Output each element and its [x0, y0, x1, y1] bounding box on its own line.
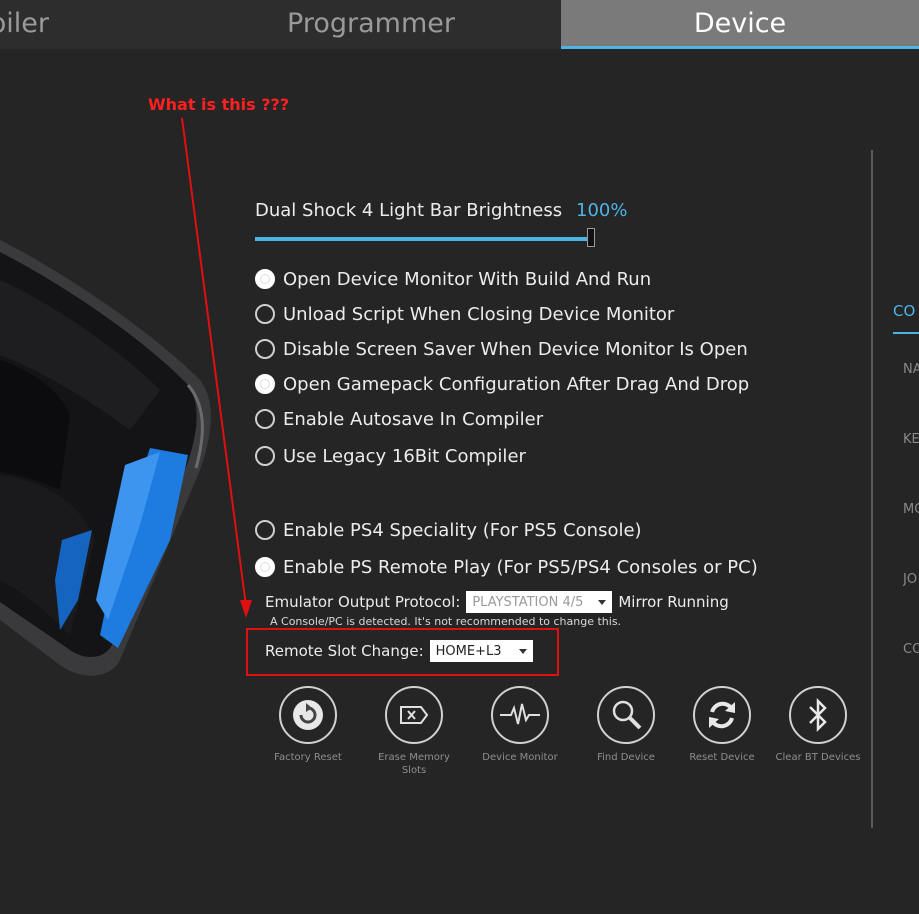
brightness-slider[interactable]: [255, 228, 595, 247]
option-label: Enable PS4 Speciality (For PS5 Console): [283, 519, 642, 541]
option-label: Enable PS Remote Play (For PS5/PS4 Conso…: [283, 556, 758, 578]
erase-memory-slots-button[interactable]: Erase Memory Slots: [369, 686, 459, 777]
remote-slot-select[interactable]: HOME+L3: [429, 640, 533, 662]
right-panel-label: KE: [903, 432, 919, 447]
brightness-label: Dual Shock 4 Light Bar Brightness: [255, 200, 563, 221]
chevron-down-icon: [518, 648, 527, 654]
clear-bt-devices-button[interactable]: Clear BT Devices: [773, 686, 863, 764]
radio-button[interactable]: [255, 339, 275, 359]
option-legacy-16bit[interactable]: Use Legacy 16Bit Compiler: [255, 443, 526, 469]
annotation-text: What is this ???: [148, 95, 290, 114]
radio-button[interactable]: [255, 374, 275, 394]
option-ps4-speciality[interactable]: Enable PS4 Speciality (For PS5 Console): [255, 517, 642, 543]
option-open-gamepack-config[interactable]: Open Gamepack Configuration After Drag A…: [255, 371, 749, 397]
erase-icon: [400, 706, 429, 724]
right-panel-label: CO: [903, 642, 919, 657]
magnifier-icon: [612, 700, 642, 730]
action-label: Factory Reset: [274, 752, 342, 763]
option-label: Enable Autosave In Compiler: [283, 408, 544, 430]
find-device-button[interactable]: Find Device: [581, 686, 671, 764]
option-disable-screen-saver[interactable]: Disable Screen Saver When Device Monitor…: [255, 336, 748, 362]
right-panel-tab[interactable]: CO: [893, 302, 919, 334]
radio-button[interactable]: [255, 446, 275, 466]
action-label: Erase Memory Slots: [378, 752, 450, 776]
brightness-slider-fill: [255, 237, 587, 241]
option-label: Open Gamepack Configuration After Drag A…: [283, 373, 750, 395]
radio-button[interactable]: [255, 520, 275, 540]
radio-button[interactable]: [255, 557, 275, 577]
option-label: Disable Screen Saver When Device Monitor…: [283, 338, 748, 360]
option-label: Use Legacy 16Bit Compiler: [283, 445, 526, 467]
factory-reset-icon: [293, 700, 323, 730]
brightness-value: 100%: [576, 200, 628, 221]
remote-slot-label: Remote Slot Change:: [265, 642, 424, 660]
action-label: Find Device: [597, 752, 655, 763]
emulator-output-row: Emulator Output Protocol: PLAYSTATION 4/…: [265, 591, 729, 613]
chevron-down-icon: [598, 599, 607, 605]
remote-slot-row: Remote Slot Change: HOME+L3: [265, 640, 539, 662]
option-label: Open Device Monitor With Build And Run: [283, 268, 652, 290]
brightness-slider-thumb[interactable]: [587, 228, 595, 247]
right-panel-label: MO: [903, 502, 919, 517]
refresh-icon: [709, 701, 735, 729]
factory-reset-button[interactable]: Factory Reset: [263, 686, 353, 764]
right-panel-label: JO: [903, 572, 918, 587]
action-label: Device Monitor: [482, 752, 558, 763]
option-unload-script[interactable]: Unload Script When Closing Device Monito…: [255, 301, 674, 327]
emulator-output-select[interactable]: PLAYSTATION 4/5: [466, 591, 613, 613]
action-label: Clear BT Devices: [775, 752, 861, 763]
mirror-status: Mirror Running: [618, 593, 729, 611]
emulator-note: A Console/PC is detected. It's not recom…: [270, 615, 622, 628]
right-panel-label: NA: [903, 362, 919, 377]
radio-button[interactable]: [255, 409, 275, 429]
pulse-icon: [500, 703, 540, 725]
bluetooth-icon: [809, 697, 827, 733]
panel-divider: [871, 150, 873, 828]
action-label: Reset Device: [689, 752, 755, 763]
reset-device-button[interactable]: Reset Device: [677, 686, 767, 764]
radio-button[interactable]: [255, 269, 275, 289]
option-ps-remote-play[interactable]: Enable PS Remote Play (For PS5/PS4 Conso…: [255, 554, 758, 580]
option-enable-autosave[interactable]: Enable Autosave In Compiler: [255, 406, 543, 432]
device-monitor-button[interactable]: Device Monitor: [475, 686, 565, 764]
emulator-output-label: Emulator Output Protocol:: [265, 593, 461, 611]
radio-button[interactable]: [255, 304, 275, 324]
remote-slot-value: HOME+L3: [435, 643, 502, 659]
option-label: Unload Script When Closing Device Monito…: [283, 303, 675, 325]
option-open-device-monitor[interactable]: Open Device Monitor With Build And Run: [255, 266, 651, 292]
emulator-output-value: PLAYSTATION 4/5: [472, 594, 584, 610]
